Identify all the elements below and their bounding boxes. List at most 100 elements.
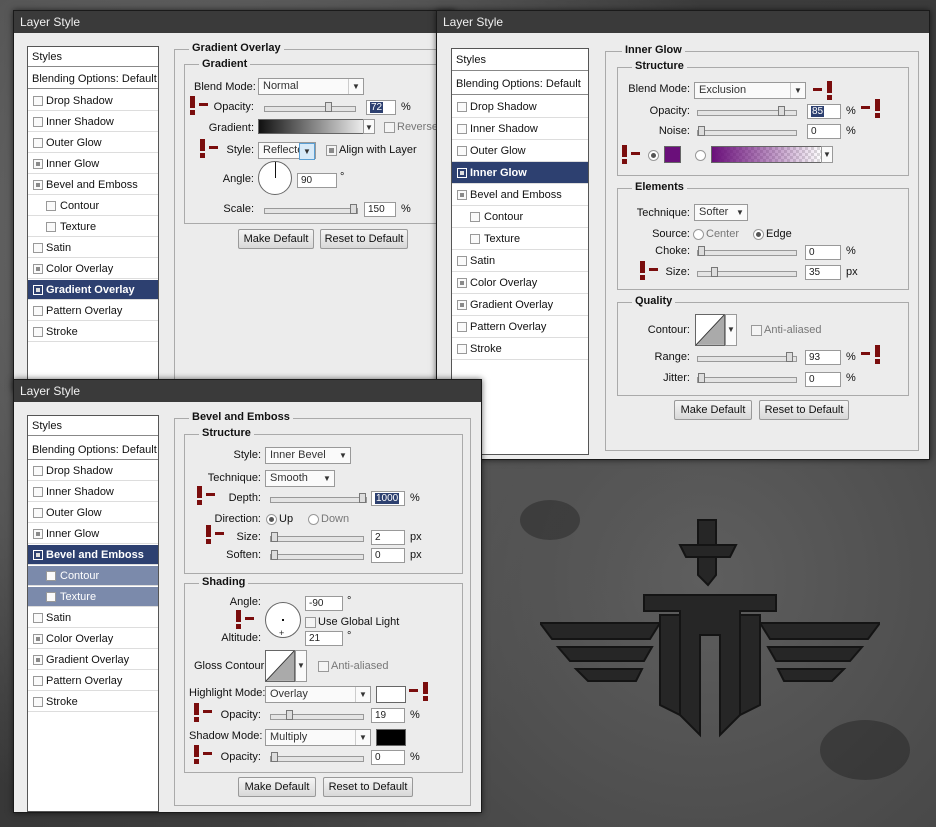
reverse-checkbox[interactable] — [384, 122, 395, 133]
gloss-contour-dropdown[interactable]: ▼ — [295, 650, 307, 682]
angle-input[interactable]: 90 — [297, 173, 337, 188]
checkbox[interactable] — [33, 285, 43, 295]
slider-thumb[interactable] — [271, 752, 278, 762]
bevel-style-select[interactable]: Inner Bevel ▼ — [265, 447, 351, 464]
gradient-swatch[interactable] — [258, 119, 373, 134]
slider-thumb[interactable] — [778, 106, 785, 116]
direction-up-radio[interactable] — [266, 514, 277, 525]
source-edge-radio[interactable] — [753, 229, 764, 240]
style-inner-shadow[interactable]: Inner Shadow — [28, 112, 158, 132]
style-color-overlay[interactable]: Color Overlay — [28, 629, 158, 649]
checkbox[interactable] — [457, 278, 467, 288]
checkbox[interactable] — [33, 243, 43, 253]
contour-preview[interactable] — [695, 314, 725, 346]
size-slider[interactable] — [270, 532, 364, 542]
checkbox[interactable] — [33, 466, 43, 476]
angle-dial[interactable]: + — [265, 602, 301, 638]
solid-color-radio[interactable] — [648, 150, 659, 161]
style-stroke[interactable]: Stroke — [452, 338, 588, 360]
checkbox[interactable] — [33, 264, 43, 274]
altitude-input[interactable]: 21 — [305, 631, 343, 646]
checkbox[interactable] — [33, 676, 43, 686]
jitter-input[interactable]: 0 — [805, 372, 841, 387]
noise-slider[interactable] — [697, 126, 797, 136]
style-bevel-emboss[interactable]: Bevel and Emboss — [452, 184, 588, 206]
style-outer-glow[interactable]: Outer Glow — [28, 503, 158, 523]
highlight-opacity-slider[interactable] — [270, 710, 364, 720]
checkbox[interactable] — [33, 550, 43, 560]
checkbox[interactable] — [457, 344, 467, 354]
jitter-slider[interactable] — [697, 373, 797, 383]
styles-header[interactable]: Styles — [28, 47, 158, 67]
gradient-dropdown[interactable]: ▼ — [363, 119, 375, 134]
choke-slider[interactable] — [697, 246, 797, 256]
checkbox[interactable] — [33, 697, 43, 707]
style-pattern-overlay[interactable]: Pattern Overlay — [28, 301, 158, 321]
style-select[interactable]: Reflected ▼ — [258, 142, 316, 160]
checkbox[interactable] — [457, 146, 467, 156]
style-inner-glow[interactable]: Inner Glow — [452, 162, 588, 184]
style-inner-shadow[interactable]: Inner Shadow — [452, 118, 588, 140]
scale-slider[interactable] — [264, 204, 358, 214]
glow-gradient-swatch[interactable] — [711, 146, 823, 163]
make-default-button[interactable]: Make Default — [238, 777, 316, 797]
source-center-radio[interactable] — [693, 229, 704, 240]
checkbox[interactable] — [33, 159, 43, 169]
blending-options[interactable]: Blending Options: Default — [452, 73, 588, 95]
slider-thumb[interactable] — [350, 204, 357, 214]
styles-header[interactable]: Styles — [452, 49, 588, 71]
checkbox[interactable] — [33, 327, 43, 337]
noise-input[interactable]: 0 — [807, 124, 841, 139]
blending-options[interactable]: Blending Options: Default — [28, 69, 158, 89]
style-contour[interactable]: Contour — [28, 566, 158, 586]
style-drop-shadow[interactable]: Drop Shadow — [452, 96, 588, 118]
style-color-overlay[interactable]: Color Overlay — [28, 259, 158, 279]
checkbox[interactable] — [457, 168, 467, 178]
opacity-slider[interactable] — [697, 106, 797, 116]
checkbox[interactable] — [33, 306, 43, 316]
anti-aliased-checkbox[interactable] — [318, 661, 329, 672]
use-global-light-checkbox[interactable] — [305, 617, 316, 628]
opacity-input[interactable]: 72 — [366, 100, 396, 115]
reset-to-default-button[interactable]: Reset to Default — [320, 229, 408, 249]
style-drop-shadow[interactable]: Drop Shadow — [28, 91, 158, 111]
style-gradient-overlay[interactable]: Gradient Overlay — [452, 294, 588, 316]
make-default-button[interactable]: Make Default — [238, 229, 314, 249]
checkbox[interactable] — [33, 508, 43, 518]
technique-select[interactable]: Smooth ▼ — [265, 470, 335, 487]
style-inner-shadow[interactable]: Inner Shadow — [28, 482, 158, 502]
style-bevel-emboss[interactable]: Bevel and Emboss — [28, 175, 158, 195]
style-texture[interactable]: Texture — [28, 587, 158, 607]
depth-slider[interactable] — [270, 493, 367, 503]
size-input[interactable]: 35 — [805, 265, 841, 280]
style-drop-shadow[interactable]: Drop Shadow — [28, 461, 158, 481]
slider-thumb[interactable] — [271, 532, 278, 542]
checkbox[interactable] — [470, 234, 480, 244]
slider-thumb[interactable] — [698, 126, 705, 136]
checkbox[interactable] — [33, 655, 43, 665]
checkbox[interactable] — [33, 96, 43, 106]
slider-thumb[interactable] — [698, 373, 705, 383]
style-satin[interactable]: Satin — [452, 250, 588, 272]
shadow-opacity-slider[interactable] — [270, 752, 364, 762]
checkbox[interactable] — [33, 180, 43, 190]
size-input[interactable]: 2 — [371, 530, 405, 545]
size-slider[interactable] — [697, 267, 797, 277]
blend-mode-select[interactable]: Normal ▼ — [258, 78, 364, 95]
style-outer-glow[interactable]: Outer Glow — [28, 133, 158, 153]
style-stroke[interactable]: Stroke — [28, 692, 158, 712]
shadow-opacity-input[interactable]: 0 — [371, 750, 405, 765]
slider-thumb[interactable] — [711, 267, 718, 277]
glow-color-swatch[interactable] — [664, 146, 681, 163]
style-contour[interactable]: Contour — [452, 206, 588, 228]
checkbox[interactable] — [457, 102, 467, 112]
highlight-color-swatch[interactable] — [376, 686, 406, 703]
style-outer-glow[interactable]: Outer Glow — [452, 140, 588, 162]
checkbox[interactable] — [33, 634, 43, 644]
scale-input[interactable]: 150 — [364, 202, 396, 217]
make-default-button[interactable]: Make Default — [674, 400, 752, 420]
angle-dial[interactable] — [258, 161, 292, 195]
soften-input[interactable]: 0 — [371, 548, 405, 563]
slider-thumb[interactable] — [325, 102, 332, 112]
blending-options[interactable]: Blending Options: Default — [28, 440, 158, 460]
